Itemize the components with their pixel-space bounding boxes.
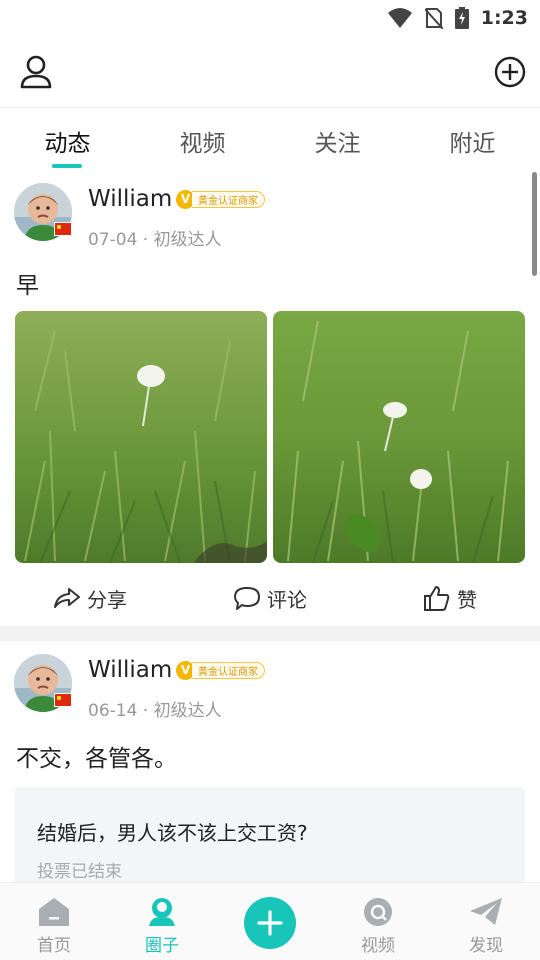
tab-label: 视频	[179, 131, 226, 157]
thumbs-up-icon	[424, 586, 450, 611]
nav-home[interactable]: 首页	[0, 883, 108, 960]
post-photo[interactable]	[15, 311, 267, 563]
grass-photo	[15, 311, 267, 563]
poll-card[interactable]: 结婚后，男人该不该上交工资? 投票已结束	[15, 787, 525, 882]
post-meta: 06-14 · 初级达人	[88, 701, 222, 721]
post-meta: 07-04 · 初级达人	[88, 230, 222, 250]
home-icon	[39, 898, 69, 926]
profile-button[interactable]	[18, 54, 54, 90]
scrollbar[interactable]	[532, 172, 537, 276]
tab-following[interactable]: 关注	[270, 108, 405, 170]
circle-group-icon	[149, 898, 175, 926]
post-actions: 分享 评论 赞	[0, 575, 540, 621]
nav-label: 圈子	[145, 936, 179, 956]
status-time: 1:23	[480, 7, 528, 29]
wifi-icon	[387, 8, 412, 28]
share-label: 分享	[87, 587, 127, 612]
post-divider	[0, 626, 540, 641]
username[interactable]: William	[88, 657, 172, 683]
battery-charging-icon	[454, 7, 469, 29]
tab-video[interactable]: 视频	[135, 108, 270, 170]
nav-label: 发现	[469, 936, 503, 956]
feed-tabs: 动态 视频 关注 附近	[0, 108, 540, 170]
nav-circle[interactable]: 圈子	[108, 883, 216, 960]
publish-button[interactable]	[244, 897, 296, 949]
nav-publish[interactable]	[216, 883, 324, 960]
nav-label: 首页	[37, 936, 71, 956]
poll-question: 结婚后，男人该不该上交工资?	[37, 821, 308, 845]
post-card[interactable]: William V 黄金认证商家 06-14 · 初级达人 不交，各管各。 结婚…	[0, 641, 540, 882]
post-text: 早	[16, 273, 39, 299]
nav-video[interactable]: 视频	[324, 883, 432, 960]
plus-circle-icon	[494, 56, 526, 88]
post-text: 不交，各管各。	[16, 746, 177, 772]
username[interactable]: William	[88, 186, 172, 212]
comment-label: 评论	[267, 587, 307, 612]
tab-label: 关注	[314, 131, 361, 157]
add-post-button[interactable]	[494, 56, 526, 88]
app-header	[0, 36, 540, 108]
badge-label: 黄金认证商家	[192, 661, 265, 679]
comment-icon	[234, 587, 260, 610]
verified-badge: V 黄金认证商家	[176, 189, 265, 209]
tab-indicator	[52, 164, 82, 168]
like-button[interactable]: 赞	[360, 575, 540, 621]
person-icon	[20, 55, 52, 89]
tab-label: 附近	[449, 131, 496, 157]
bottom-nav: 首页 圈子 视频 发现	[0, 882, 540, 960]
share-icon	[54, 588, 80, 608]
nav-discover[interactable]: 发现	[432, 883, 540, 960]
feed-list[interactable]: William V 黄金认证商家 07-04 · 初级达人 早 分享 评论 赞 …	[0, 170, 540, 882]
tab-moments[interactable]: 动态	[0, 108, 135, 170]
verified-badge: V 黄金认证商家	[176, 660, 265, 680]
paper-plane-icon	[470, 898, 502, 925]
plus-icon	[257, 910, 283, 936]
flag-icon	[54, 693, 72, 707]
grass-photo	[273, 311, 525, 563]
poll-status: 投票已结束	[37, 862, 122, 882]
no-sim-icon	[424, 8, 443, 29]
status-bar: 1:23	[0, 0, 540, 36]
badge-label: 黄金认证商家	[192, 190, 265, 208]
flag-icon	[54, 222, 72, 236]
nav-label: 视频	[361, 936, 395, 956]
post-card[interactable]: William V 黄金认证商家 07-04 · 初级达人 早 分享 评论 赞	[0, 170, 540, 626]
comment-button[interactable]: 评论	[180, 575, 360, 621]
post-photo[interactable]	[273, 311, 525, 563]
share-button[interactable]: 分享	[0, 575, 180, 621]
video-icon	[364, 898, 392, 926]
like-label: 赞	[457, 587, 477, 612]
tab-nearby[interactable]: 附近	[405, 108, 540, 170]
